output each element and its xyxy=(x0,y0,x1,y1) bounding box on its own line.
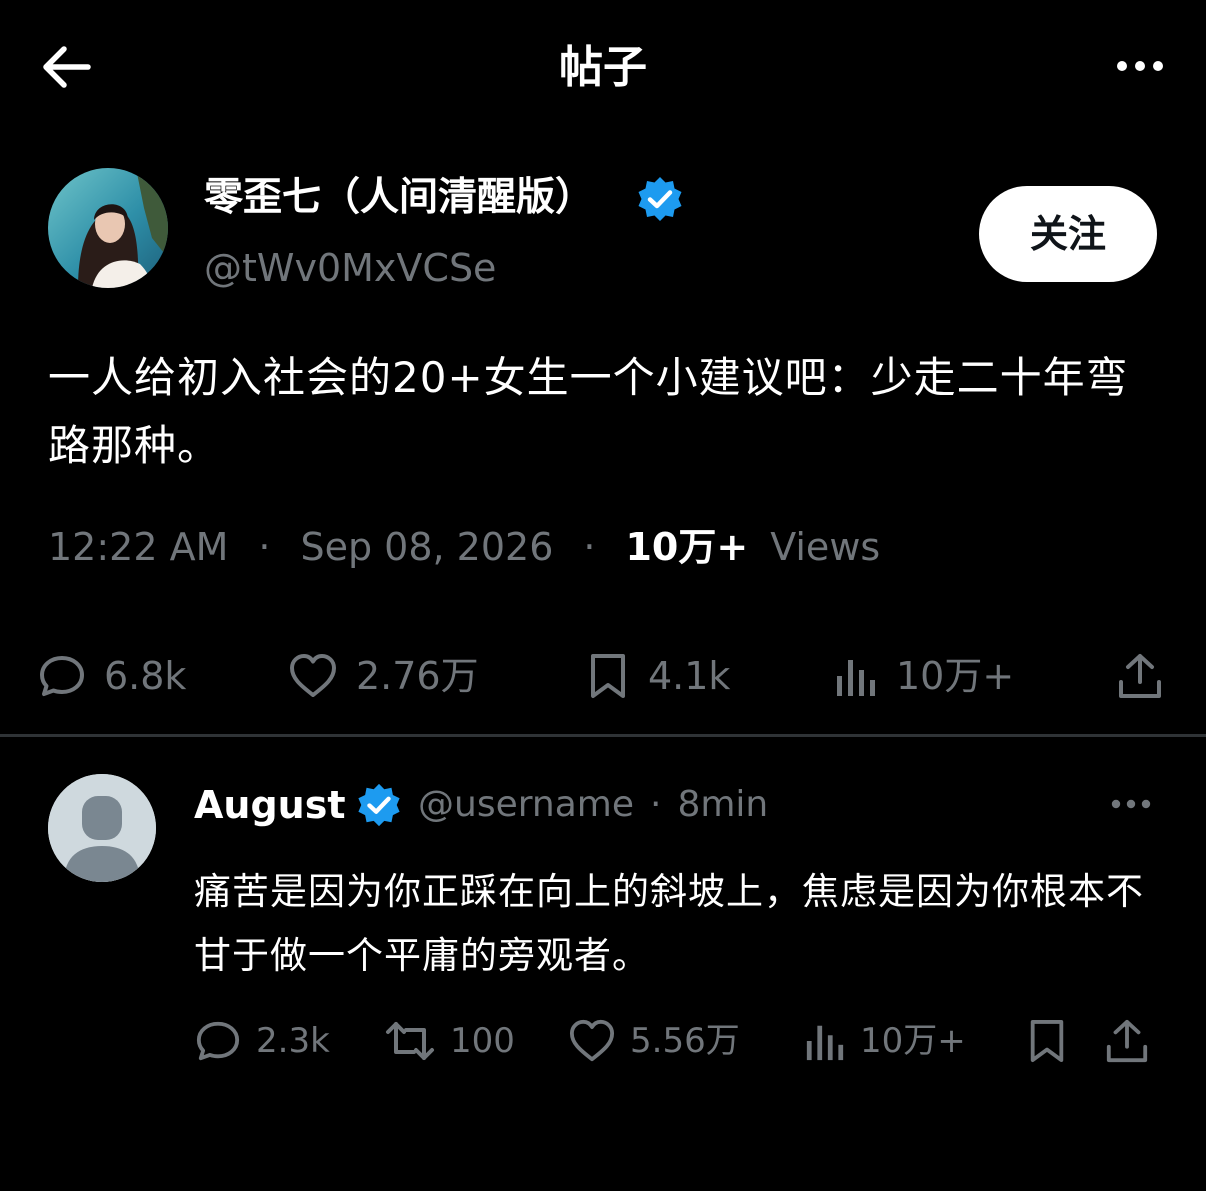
reply-time: 8min xyxy=(677,784,769,825)
analytics-icon xyxy=(837,660,875,696)
reply-share-button[interactable] xyxy=(1104,1008,1150,1074)
like-button[interactable]: 2.76万 xyxy=(288,640,479,712)
more-options-button[interactable] xyxy=(1112,50,1168,82)
more-horizontal-icon xyxy=(1117,61,1163,71)
meta-separator: · xyxy=(258,525,271,569)
meta-separator: · xyxy=(583,525,596,569)
section-divider xyxy=(0,734,1206,737)
views-button[interactable]: 10万+ xyxy=(834,640,1014,712)
repost-count: 100 xyxy=(450,1021,515,1061)
reply-comment-count: 2.3k xyxy=(256,1021,330,1061)
post-meta: 12:22 AM · Sep 08, 2026 · 10万+ Views xyxy=(48,520,880,574)
repost-button[interactable]: 100 xyxy=(384,1008,515,1074)
share-button[interactable] xyxy=(1116,640,1164,712)
reply-separator: · xyxy=(649,784,662,825)
post-actions: 6.8k 2.76万 4.1k 10万+ xyxy=(0,640,1206,712)
top-bar: 帖子 xyxy=(0,0,1206,130)
author-name[interactable]: 零歪七（人间清醒版） xyxy=(204,172,594,224)
post-time: 12:22 AM xyxy=(48,525,229,569)
reply-like-count: 5.56万 xyxy=(630,1021,740,1061)
default-avatar-icon xyxy=(48,774,156,882)
reply-views-button[interactable]: 10万+ xyxy=(804,1008,966,1074)
heart-icon xyxy=(290,654,336,697)
follow-button[interactable]: 关注 xyxy=(979,186,1157,282)
reply-handle[interactable]: @username xyxy=(418,784,634,825)
reply-count: 6.8k xyxy=(104,654,187,698)
analytics-icon xyxy=(806,1025,844,1061)
author-handle[interactable]: @tWv0MxVCSe xyxy=(204,242,496,294)
page-title: 帖子 xyxy=(559,42,647,93)
profile-photo xyxy=(48,168,168,288)
post-text: 一人给初入社会的20+女生一个小建议吧：少走二十年弯路那种。 xyxy=(48,353,1129,470)
bookmark-count: 4.1k xyxy=(648,654,731,698)
reply-text: 痛苦是因为你正踩在向上的斜坡上，焦虑是因为你根本不甘于做一个平庸的旁观者。 xyxy=(194,870,1144,977)
share-icon xyxy=(1119,654,1161,698)
heart-icon xyxy=(569,1019,615,1062)
views-label: Views xyxy=(770,525,881,569)
verified-badge-icon xyxy=(636,175,684,223)
reply-button[interactable]: 6.8k xyxy=(38,640,186,712)
verified-badge-icon xyxy=(356,782,402,828)
bookmark-icon xyxy=(591,654,625,698)
reply-actions: 2.3k 100 5.56万 10万+ xyxy=(0,1008,1206,1074)
reply-like-button[interactable]: 5.56万 xyxy=(568,1008,740,1074)
reply-views-count: 10万+ xyxy=(860,1021,966,1061)
reply-avatar[interactable] xyxy=(48,774,156,882)
repost-icon xyxy=(386,1022,434,1060)
reply-comment-button[interactable]: 2.3k xyxy=(194,1008,330,1074)
reply-more-button[interactable] xyxy=(1108,790,1154,818)
views-count: 10万+ xyxy=(625,525,749,569)
more-horizontal-icon xyxy=(1111,799,1151,809)
bookmark-icon xyxy=(1030,1020,1064,1062)
reply-bookmark-button[interactable] xyxy=(1026,1008,1068,1074)
bookmark-button[interactable]: 4.1k xyxy=(586,640,730,712)
views-count-action: 10万+ xyxy=(896,654,1015,698)
comment-icon xyxy=(40,656,84,696)
reply-handle-line: @username · 8min xyxy=(418,780,768,830)
author-avatar[interactable] xyxy=(48,168,168,288)
post-date: Sep 08, 2026 xyxy=(300,525,554,569)
reply-author-name[interactable]: August xyxy=(194,780,346,830)
share-icon xyxy=(1106,1019,1148,1063)
post-detail-screen: 帖子 零歪七（人间清醒版） @tWv0MxVCSe 关注 一人给初入社会的20+… xyxy=(0,0,1206,1191)
comment-icon xyxy=(196,1021,240,1061)
like-count: 2.76万 xyxy=(356,654,479,698)
